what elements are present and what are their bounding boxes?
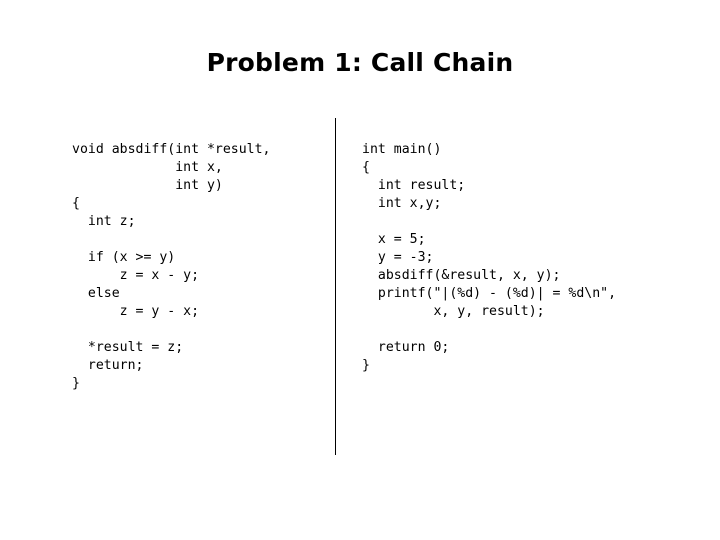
code-line: printf("|(%d) - (%d)| = %d\n", xyxy=(362,286,617,302)
code-line: int z; xyxy=(72,214,136,230)
code-line: if (x >= y) xyxy=(72,250,176,266)
code-line: z = x - y; xyxy=(72,268,200,284)
slide: Problem 1: Call Chain void absdiff(int *… xyxy=(0,0,720,540)
code-line: int x, xyxy=(72,160,223,176)
code-line: void absdiff(int *result, xyxy=(72,142,271,158)
code-block-absdiff: void absdiff(int *result, int x, int y) {… xyxy=(72,141,271,393)
code-columns: void absdiff(int *result, int x, int y) {… xyxy=(0,118,720,468)
code-line: return; xyxy=(72,358,144,374)
code-line: z = y - x; xyxy=(72,304,200,320)
column-divider xyxy=(335,118,336,455)
code-line: { xyxy=(362,160,370,176)
code-line: x = 5; xyxy=(362,232,426,248)
code-line: { xyxy=(72,196,80,212)
code-line: x, y, result); xyxy=(362,304,545,320)
code-line: int result; xyxy=(362,178,466,194)
code-line: int main() xyxy=(362,142,442,158)
code-line: } xyxy=(72,376,80,392)
code-line: *result = z; xyxy=(72,340,184,356)
code-line: int y) xyxy=(72,178,223,194)
page-title: Problem 1: Call Chain xyxy=(206,48,514,77)
code-line: return 0; xyxy=(362,340,450,356)
code-line: int x,y; xyxy=(362,196,442,212)
code-line: absdiff(&result, x, y); xyxy=(362,268,561,284)
code-line: } xyxy=(362,358,370,374)
code-line: y = -3; xyxy=(362,250,434,266)
code-block-main: int main(){ int result; int x,y; x = 5; … xyxy=(362,141,616,375)
code-line: else xyxy=(72,286,120,302)
